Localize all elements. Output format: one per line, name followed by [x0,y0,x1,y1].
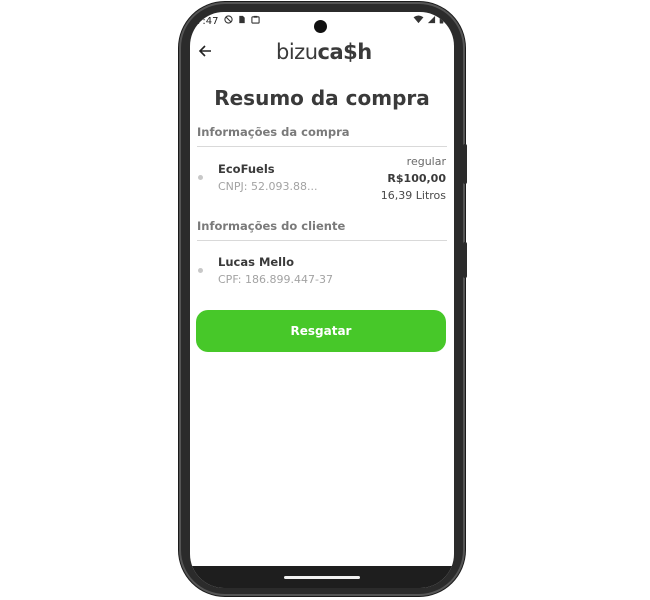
client-section-divider [197,240,447,241]
status-right-icons [413,15,444,24]
station-name: EcoFuels [218,162,275,176]
station-cnpj: CNPJ: 52.093.88... [218,180,318,193]
purchase-section-heading: Informações da compra [197,125,350,139]
wifi-icon [413,15,424,24]
purchase-details: regular R$100,00 16,39 Litros [381,153,446,204]
client-cpf: CPF: 186.899.447-37 [218,273,333,286]
purchase-section-divider [197,146,447,147]
logo-text-bold: ca$h [317,40,373,64]
fuel-volume: 16,39 Litros [380,189,446,202]
redeem-button[interactable]: Resgatar [196,310,446,352]
bizucash-logo: bizu ca$h [276,40,372,64]
home-gesture-bar[interactable] [284,576,360,579]
status-bar: 7:47 [190,12,454,33]
fuel-type: regular [406,155,446,168]
status-left-icons [224,15,260,24]
client-name: Lucas Mello [218,255,294,269]
page-title: Resumo da compra [214,86,430,110]
back-button[interactable] [194,40,216,62]
list-bullet [198,268,203,273]
list-bullet [198,175,203,180]
arrow-left-icon [198,45,211,57]
top-app-bar: bizu ca$h [190,40,454,66]
sim-icon [239,15,245,24]
logo-text-light: bizu [276,40,318,64]
client-section-heading: Informações do cliente [197,219,346,233]
volume-button [463,242,467,278]
system-nav-bar [190,566,454,588]
front-camera [314,20,327,33]
signal-icon [427,15,436,24]
purchase-amount: R$100,00 [387,172,446,185]
blocked-icon [224,15,233,24]
power-button [463,144,467,184]
battery-icon [439,15,444,24]
status-time: 7:47 [196,16,219,27]
storage-icon [251,15,260,24]
app-screen: 7:47 bizu ca$h Resumo da compra Informaçõ… [190,12,454,588]
